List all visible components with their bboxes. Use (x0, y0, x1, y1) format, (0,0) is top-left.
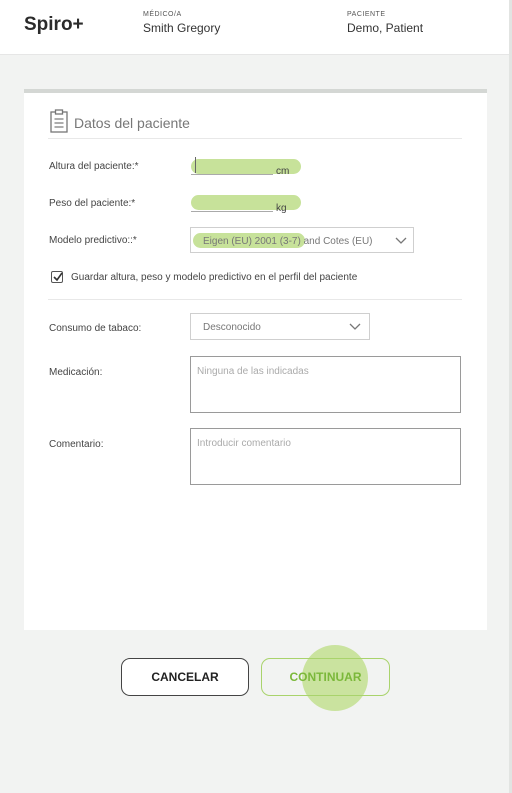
section-title: Datos del paciente (74, 115, 190, 131)
weight-input[interactable] (191, 197, 273, 212)
doctor-info: MÉDICO/A Smith Gregory (143, 11, 220, 35)
height-label: Altura del paciente:* (49, 161, 139, 172)
app-logo: Spiro+ (24, 14, 84, 35)
continue-button[interactable]: CONTINUAR (261, 658, 390, 696)
medication-label: Medicación: (49, 367, 103, 378)
doctor-name: Smith Gregory (143, 21, 221, 35)
chevron-down-icon (395, 237, 407, 244)
section-header: Datos del paciente (48, 103, 462, 139)
patient-label: PACIENTE (347, 11, 386, 18)
comment-label: Comentario: (49, 439, 104, 450)
weight-label: Peso del paciente:* (49, 198, 136, 209)
predictive-model-label: Modelo predictivo::* (49, 235, 137, 246)
smoking-select[interactable]: Desconocido (190, 313, 370, 340)
chevron-down-icon (349, 323, 361, 330)
patient-data-card: Datos del paciente Altura del paciente:*… (24, 89, 487, 630)
comment-textarea[interactable]: Introducir comentario (190, 428, 461, 485)
height-input[interactable] (191, 160, 273, 175)
predictive-model-select[interactable]: Eigen (EU) 2001 (3-7) and Cotes (EU) (190, 227, 414, 253)
smoking-label: Consumo de tabaco: (49, 323, 142, 334)
predictive-model-value: Eigen (EU) 2001 (3-7) and Cotes (EU) (203, 236, 373, 247)
checkmark-icon (53, 272, 63, 282)
save-profile-checkbox[interactable] (51, 271, 63, 283)
clipboard-icon (50, 109, 68, 133)
divider (48, 299, 462, 300)
doctor-label: MÉDICO/A (143, 11, 182, 18)
medication-textarea[interactable]: Ninguna de las indicadas (190, 356, 461, 413)
patient-name: Demo, Patient (347, 21, 424, 35)
medication-placeholder: Ninguna de las indicadas (197, 366, 309, 377)
weight-unit: kg (276, 203, 287, 214)
app-header: Spiro+ MÉDICO/A Smith Gregory PACIENTE D… (0, 0, 512, 55)
cancel-button[interactable]: CANCELAR (121, 658, 249, 696)
continue-label: CONTINUAR (289, 670, 362, 684)
smoking-value: Desconocido (203, 322, 261, 333)
save-profile-label: Guardar altura, peso y modelo predictivo… (71, 272, 358, 283)
comment-placeholder: Introducir comentario (197, 438, 291, 449)
patient-info: PACIENTE Demo, Patient (347, 11, 423, 35)
text-cursor (195, 157, 196, 173)
height-unit: cm (276, 166, 290, 177)
